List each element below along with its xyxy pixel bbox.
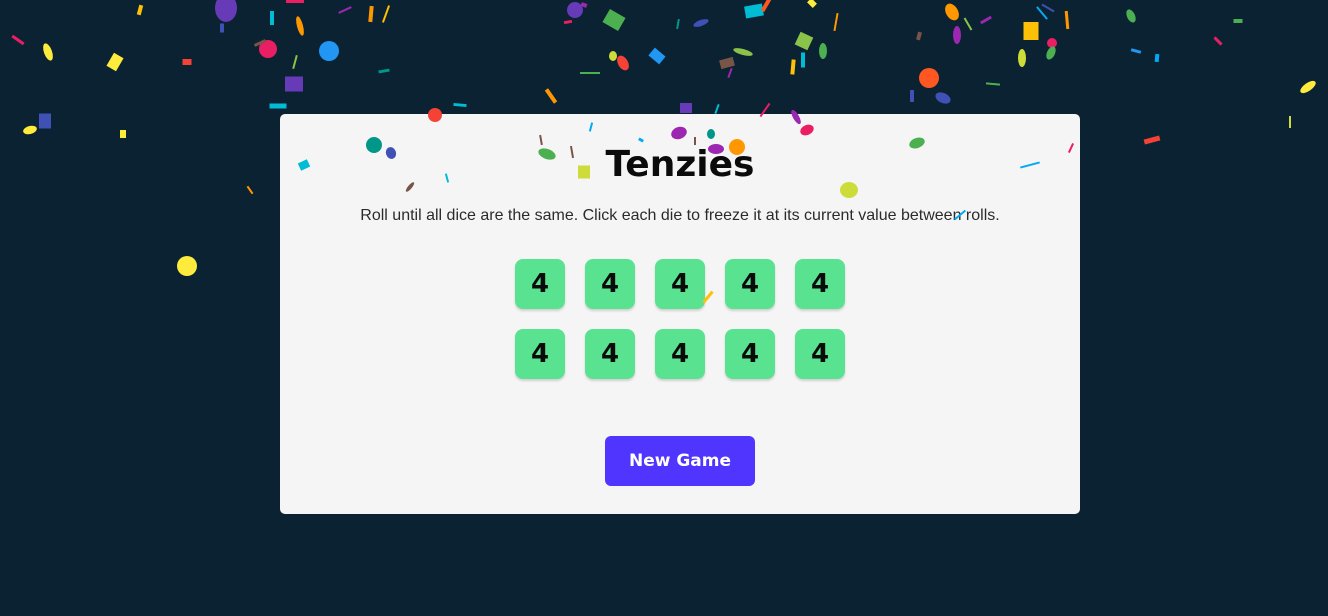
die[interactable]: 4 (655, 259, 705, 309)
confetti-piece (680, 103, 692, 113)
confetti-piece (1233, 19, 1243, 23)
confetti-piece (609, 51, 617, 61)
die[interactable]: 4 (585, 329, 635, 379)
confetti-piece (23, 125, 37, 135)
confetti-piece (790, 59, 796, 75)
confetti-piece (801, 52, 805, 68)
confetti-piece (1064, 10, 1070, 30)
confetti-piece (676, 18, 680, 30)
confetti-piece (567, 2, 583, 18)
confetti-piece (378, 68, 390, 74)
confetti-piece (43, 43, 53, 61)
confetti-piece (1126, 9, 1136, 23)
confetti-piece (215, 0, 237, 22)
confetti-piece (259, 40, 277, 58)
confetti-piece (985, 82, 1001, 86)
confetti-piece (719, 56, 735, 70)
confetti-piece (296, 16, 304, 36)
confetti-piece (182, 59, 192, 65)
confetti-piece (727, 67, 733, 79)
confetti-piece (1041, 3, 1055, 13)
die[interactable]: 4 (795, 259, 845, 309)
confetti-piece (910, 90, 914, 102)
confetti-piece (953, 26, 961, 44)
confetti-piece (580, 72, 600, 74)
confetti-piece (733, 48, 753, 56)
confetti-piece (963, 17, 973, 31)
confetti-piece (136, 4, 144, 16)
game-instructions: Roll until all dice are the same. Click … (360, 207, 1000, 224)
dice-grid: 4 4 4 4 4 4 4 4 4 4 (515, 259, 845, 379)
die[interactable]: 4 (585, 259, 635, 309)
confetti-piece (617, 55, 629, 71)
confetti-piece (945, 3, 959, 21)
confetti-piece (1213, 36, 1223, 46)
confetti-piece (744, 3, 764, 19)
confetti-piece (1018, 49, 1026, 67)
confetti-piece (714, 103, 720, 115)
die[interactable]: 4 (725, 259, 775, 309)
game-title: Tenzies (605, 144, 755, 185)
die[interactable]: 4 (725, 329, 775, 379)
confetti-piece (220, 23, 224, 33)
confetti-piece (106, 52, 124, 72)
confetti-piece (794, 31, 814, 51)
confetti-piece (760, 0, 772, 13)
confetti-piece (11, 34, 25, 46)
new-game-button[interactable]: New Game (605, 436, 755, 486)
die[interactable]: 4 (795, 329, 845, 379)
confetti-piece (833, 12, 839, 32)
die[interactable]: 4 (655, 329, 705, 379)
confetti-piece (980, 15, 992, 25)
confetti-piece (177, 256, 197, 276)
confetti-piece (1143, 135, 1161, 145)
confetti-piece (602, 9, 626, 31)
confetti-piece (1130, 48, 1142, 54)
confetti-piece (1036, 6, 1048, 20)
confetti-piece (1154, 53, 1160, 63)
confetti-piece (1023, 22, 1039, 40)
confetti-piece (453, 102, 467, 108)
confetti-piece (544, 88, 558, 104)
confetti-piece (270, 11, 274, 25)
confetti-piece (120, 130, 126, 138)
confetti-piece (935, 92, 951, 104)
confetti-piece (819, 43, 827, 59)
confetti-piece (39, 113, 51, 129)
confetti-piece (580, 2, 588, 8)
confetti-piece (1047, 38, 1057, 48)
confetti-piece (648, 47, 666, 65)
confetti-piece (1300, 80, 1316, 94)
confetti-piece (338, 6, 352, 14)
die[interactable]: 4 (515, 329, 565, 379)
confetti-piece (916, 31, 922, 41)
confetti-piece (693, 19, 709, 27)
die[interactable]: 4 (515, 259, 565, 309)
confetti-piece (292, 54, 298, 70)
confetti-piece (286, 0, 304, 3)
confetti-piece (1046, 46, 1056, 60)
confetti-piece (919, 68, 939, 88)
confetti-piece (253, 39, 267, 47)
confetti-piece (381, 5, 391, 23)
confetti-piece (368, 5, 374, 23)
confetti-piece (285, 76, 303, 92)
confetti-piece (1289, 116, 1291, 128)
confetti-piece (563, 19, 573, 25)
confetti-piece (319, 41, 339, 61)
confetti-piece (807, 0, 817, 8)
game-card: Tenzies Roll until all dice are the same… (280, 114, 1080, 514)
confetti-piece (246, 185, 254, 195)
confetti-piece (269, 103, 287, 109)
